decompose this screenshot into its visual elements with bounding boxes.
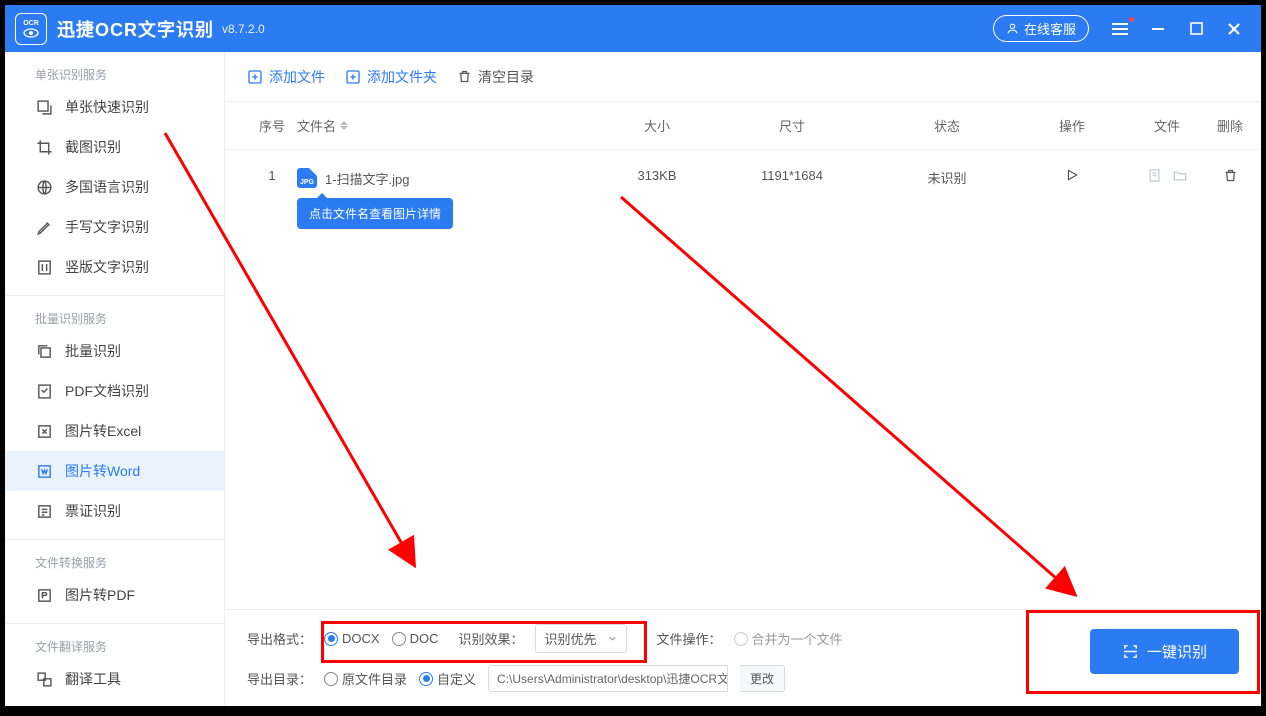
row-dimensions: 1191*1684 (717, 168, 867, 183)
add-folder-label: 添加文件夹 (367, 67, 437, 87)
sidebar-group-single: 单张识别服务 (5, 52, 224, 87)
sidebar: 单张识别服务 单张快速识别 截图识别 多国语言识别 手写文字识别 竖版文字识别 … (5, 52, 225, 706)
radio-docx[interactable]: DOCX (324, 631, 380, 646)
file-name[interactable]: 1-扫描文字.jpg (325, 169, 410, 188)
pdf-icon (35, 382, 53, 400)
effect-select[interactable]: 识别优先 (535, 624, 626, 653)
sidebar-item-label: 手写文字识别 (65, 217, 149, 237)
sort-icon (340, 117, 348, 134)
col-file: 文件 (1117, 116, 1217, 135)
effect-label: 识别效果： (458, 629, 523, 648)
sidebar-item-label: PDF文档识别 (65, 381, 149, 401)
sidebar-item-label: 截图识别 (65, 137, 121, 157)
sidebar-item-label: 图片转PDF (65, 585, 135, 605)
fileop-label: 文件操作： (657, 629, 722, 648)
play-button[interactable] (1065, 170, 1079, 185)
sidebar-item-label: 图片转Excel (65, 421, 141, 441)
app-title: 迅捷OCR文字识别 (57, 16, 214, 42)
ticket-icon (35, 502, 53, 520)
notification-dot (1129, 17, 1134, 22)
titlebar: OCR 迅捷OCR文字识别 v8.7.2.0 在线客服 (5, 5, 1261, 52)
open-folder-icon[interactable] (1172, 168, 1188, 186)
crop-icon (35, 138, 53, 156)
sidebar-group-batch: 批量识别服务 (5, 296, 224, 331)
sidebar-group-translate: 文件翻译服务 (5, 624, 224, 659)
chevron-down-icon (607, 633, 618, 644)
minimize-button[interactable] (1149, 20, 1167, 38)
p-icon (35, 586, 53, 604)
col-index: 序号 (247, 116, 297, 135)
sidebar-item-label: 批量识别 (65, 341, 121, 361)
radio-doc[interactable]: DOC (392, 631, 439, 646)
sidebar-item-single-quick[interactable]: 单张快速识别 (5, 87, 224, 127)
sidebar-item-label: 图片转Word (65, 461, 140, 481)
pen-icon (35, 218, 53, 236)
sidebar-item-multilang[interactable]: 多国语言识别 (5, 167, 224, 207)
output-path-field[interactable]: C:\Users\Administrator\desktop\迅捷OCR文 (488, 665, 728, 692)
sidebar-item-excel[interactable]: 图片转Excel (5, 411, 224, 451)
sidebar-item-ticket[interactable]: 票证识别 (5, 491, 224, 531)
export-dir-label: 导出目录： (247, 669, 312, 688)
toolbar: 添加文件 添加文件夹 清空目录 (225, 52, 1261, 102)
globe-icon (35, 178, 53, 196)
single-icon (35, 98, 53, 116)
add-file-label: 添加文件 (269, 67, 325, 87)
filename-tooltip: 点击文件名查看图片详情 (297, 198, 453, 229)
delete-row-button[interactable] (1223, 171, 1238, 186)
vertical-icon (35, 258, 53, 276)
row-index: 1 (247, 168, 297, 183)
sidebar-item-label: 单张快速识别 (65, 97, 149, 117)
sidebar-item-pdf[interactable]: PDF文档识别 (5, 371, 224, 411)
table-row: 1 JPG 1-扫描文字.jpg 点击文件名查看图片详情 313KB 1191*… (225, 150, 1261, 229)
word-icon (35, 462, 53, 480)
sidebar-item-label: 票证识别 (65, 501, 121, 521)
col-size: 大小 (597, 116, 717, 135)
sidebar-item-label: 多国语言识别 (65, 177, 149, 197)
logo-text: OCR (23, 20, 39, 27)
add-file-button[interactable]: 添加文件 (247, 67, 325, 87)
translate-icon (35, 670, 53, 688)
radio-origdir[interactable]: 原文件目录 (324, 669, 407, 688)
sidebar-item-img2pdf[interactable]: 图片转PDF (5, 575, 224, 615)
col-delete: 删除 (1217, 116, 1261, 135)
table-header: 序号 文件名 大小 尺寸 状态 操作 文件 删除 (225, 102, 1261, 150)
sidebar-item-translate[interactable]: 翻译工具 (5, 659, 224, 699)
close-button[interactable] (1225, 20, 1243, 38)
col-operation: 操作 (1027, 116, 1117, 135)
jpg-file-icon: JPG (297, 168, 317, 188)
batch-icon (35, 342, 53, 360)
scan-icon (1122, 643, 1139, 660)
row-size: 313KB (597, 168, 717, 183)
online-support-button[interactable]: 在线客服 (993, 15, 1089, 42)
maximize-button[interactable] (1187, 20, 1205, 38)
sidebar-item-screenshot[interactable]: 截图识别 (5, 127, 224, 167)
sidebar-item-batch[interactable]: 批量识别 (5, 331, 224, 371)
clear-label: 清空目录 (478, 67, 534, 87)
app-logo: OCR (15, 13, 47, 45)
support-label: 在线客服 (1024, 19, 1076, 38)
col-status: 状态 (867, 116, 1027, 135)
export-format-label: 导出格式： (247, 629, 312, 648)
sidebar-group-convert: 文件转换服务 (5, 540, 224, 575)
col-filename[interactable]: 文件名 (297, 116, 597, 135)
radio-custom[interactable]: 自定义 (419, 669, 476, 688)
sidebar-item-handwriting[interactable]: 手写文字识别 (5, 207, 224, 247)
sidebar-item-label: 翻译工具 (65, 669, 121, 689)
excel-icon (35, 422, 53, 440)
change-path-button[interactable]: 更改 (740, 665, 785, 692)
col-dimensions: 尺寸 (717, 116, 867, 135)
main-panel: 添加文件 添加文件夹 清空目录 序号 文件名 大小 尺寸 状态 操作 (225, 52, 1261, 706)
open-doc-icon[interactable] (1147, 168, 1162, 186)
app-version: v8.7.2.0 (222, 22, 265, 36)
sidebar-item-vertical[interactable]: 竖版文字识别 (5, 247, 224, 287)
menu-button[interactable] (1111, 20, 1129, 38)
row-status: 未识别 (867, 168, 1027, 187)
recognize-button[interactable]: 一键识别 (1090, 629, 1239, 674)
sidebar-item-label: 竖版文字识别 (65, 257, 149, 277)
sidebar-item-word[interactable]: 图片转Word (5, 451, 224, 491)
radio-merge[interactable]: 合并为一个文件 (734, 629, 843, 648)
add-folder-button[interactable]: 添加文件夹 (345, 67, 437, 87)
clear-list-button[interactable]: 清空目录 (457, 67, 534, 87)
recognize-label: 一键识别 (1147, 641, 1207, 662)
